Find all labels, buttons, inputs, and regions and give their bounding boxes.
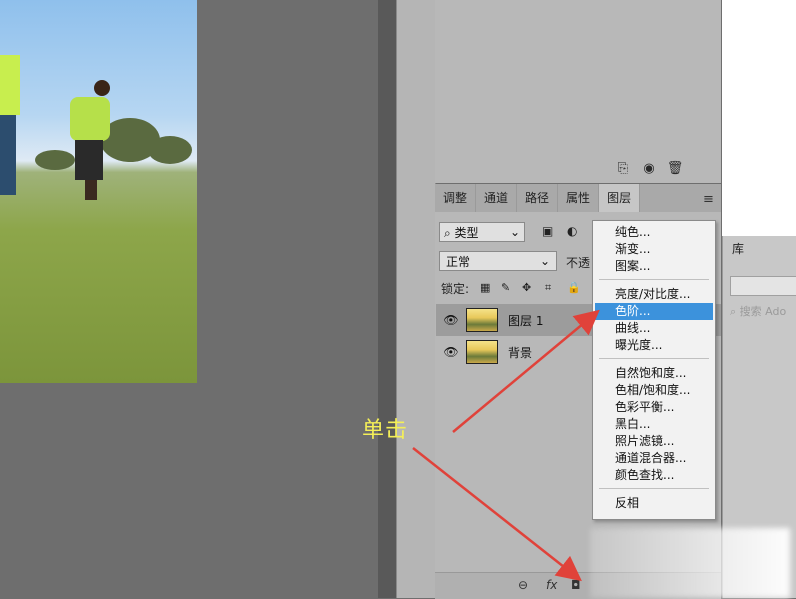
arrow-to-adjustment-button (412, 447, 582, 582)
annotation-arrows (412, 309, 600, 582)
arrow-to-levels (452, 309, 600, 433)
